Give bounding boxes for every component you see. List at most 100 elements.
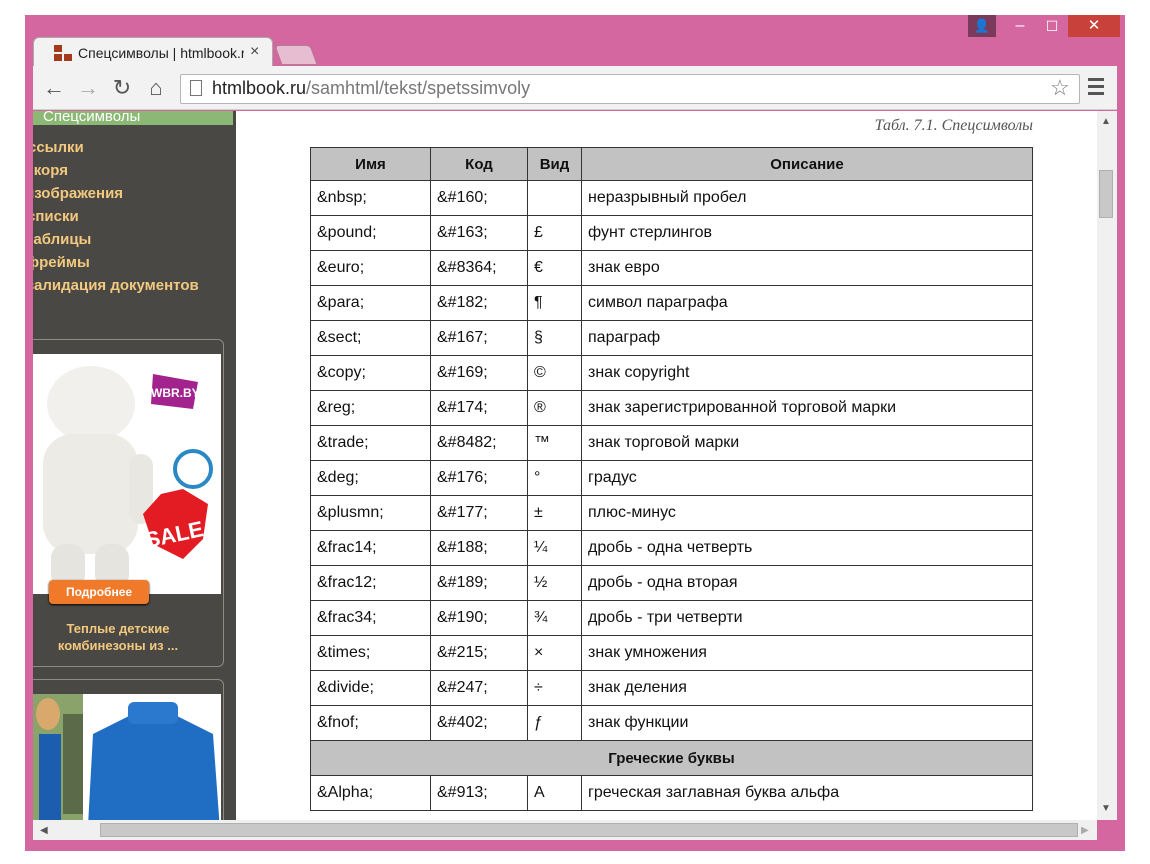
scroll-left-arrow-icon[interactable]: ◀ — [40, 825, 48, 836]
table-row: &frac12; &#189; ½ дробь - одна вторая — [310, 565, 1033, 601]
cell-view: ® — [527, 390, 582, 426]
cell-code: &#215; — [430, 635, 528, 671]
home-button[interactable]: ⌂ — [144, 76, 168, 100]
forward-button[interactable]: → — [76, 76, 100, 100]
cell-code: &#189; — [430, 565, 528, 601]
new-tab-button[interactable] — [274, 45, 318, 65]
cell-code: &#174; — [430, 390, 528, 426]
table-row: &sect; &#167; § параграф — [310, 320, 1033, 356]
cell-view: § — [527, 320, 582, 356]
cell-name: &euro; — [310, 250, 431, 286]
cell-description: дробь - одна четверть — [581, 530, 1033, 566]
table-header-row: Имя Код Вид Описание — [310, 147, 1033, 181]
cell-code: &#182; — [430, 285, 528, 321]
table-row: &trade; &#8482; ™ знак торговой марки — [310, 425, 1033, 461]
cell-view: ¶ — [527, 285, 582, 321]
minimize-button[interactable]: – — [1006, 15, 1034, 37]
cell-view: ¼ — [527, 530, 582, 566]
cell-description: дробь - одна вторая — [581, 565, 1033, 601]
bookmark-star-icon[interactable]: ☆ — [1050, 76, 1070, 100]
tab-close-icon[interactable]: × — [250, 43, 259, 61]
sidebar: Спецсимволы ссылки якоря изображения спи… — [33, 111, 236, 820]
sidebar-link-images[interactable]: изображения — [33, 185, 123, 202]
group-heading-greek: Греческие буквы — [310, 740, 1033, 776]
table-row: &frac14; &#188; ¼ дробь - одна четверть — [310, 530, 1033, 566]
cell-name: &para; — [310, 285, 431, 321]
scroll-up-arrow-icon[interactable]: ▲ — [1101, 116, 1111, 127]
cell-name: &plusmn; — [310, 495, 431, 531]
table-row: &plusmn; &#177; ± плюс-минус — [310, 495, 1033, 531]
cell-code: &#188; — [430, 530, 528, 566]
sidebar-link-links[interactable]: ссылки — [33, 139, 84, 156]
cell-view: ¾ — [527, 600, 582, 636]
cell-view: ° — [527, 460, 582, 496]
ad-caption[interactable]: Теплые детские комбинезоны из ... — [33, 620, 213, 654]
cell-description: фунт стерлингов — [581, 215, 1033, 251]
cell-name: &Alpha; — [310, 775, 431, 811]
table-row: &pound; &#163; £ фунт стерлингов — [310, 215, 1033, 251]
cell-view: ƒ — [527, 705, 582, 741]
user-profile-icon[interactable]: 👤 — [968, 15, 996, 37]
special-characters-table: Имя Код Вид Описание &nbsp; &#160; неразр… — [310, 147, 1033, 811]
cell-name: &nbsp; — [310, 180, 431, 216]
cell-view — [527, 180, 582, 216]
maximize-button[interactable]: ☐ — [1038, 15, 1066, 37]
page-viewport: Спецсимволы ссылки якоря изображения спи… — [33, 111, 1097, 820]
cell-name: &sect; — [310, 320, 431, 356]
table-row: &copy; &#169; © знак copyright — [310, 355, 1033, 391]
cell-view: © — [527, 355, 582, 391]
sidebar-link-validation[interactable]: валидация документов — [33, 277, 199, 294]
table-row: &fnof; &#402; ƒ знак функции — [310, 705, 1033, 741]
cell-name: &frac34; — [310, 600, 431, 636]
cell-code: &#8482; — [430, 425, 528, 461]
sidebar-link-frames[interactable]: фреймы — [33, 254, 90, 271]
ad-more-button[interactable]: Подробнее — [49, 580, 149, 604]
cell-description: знак торговой марки — [581, 425, 1033, 461]
ad-block-kids-overalls[interactable]: WBR.BY SALE Подробнее Теплые детские ком… — [33, 339, 224, 667]
url-text[interactable]: htmlbook.ru/samhtml/tekst/spetssimvoly — [212, 78, 530, 99]
cell-description: знак умножения — [581, 635, 1033, 671]
cell-code: &#247; — [430, 670, 528, 706]
back-button[interactable]: ← — [42, 76, 66, 100]
scroll-right-arrow-icon[interactable]: ▶ — [1081, 825, 1089, 836]
sidebar-link-lists[interactable]: списки — [33, 208, 79, 225]
cell-description: плюс-минус — [581, 495, 1033, 531]
cell-code: &#163; — [430, 215, 528, 251]
cell-description: знак деления — [581, 670, 1033, 706]
cell-code: &#402; — [430, 705, 528, 741]
cell-view: £ — [527, 215, 582, 251]
cell-code: &#913; — [430, 775, 528, 811]
cell-name: &fnof; — [310, 705, 431, 741]
scroll-down-arrow-icon[interactable]: ▼ — [1101, 803, 1111, 814]
ad-block-sweater[interactable] — [33, 679, 224, 820]
vertical-scrollbar-thumb[interactable] — [1099, 170, 1113, 218]
tab-title[interactable]: Спецсимволы | htmlbook.ru — [78, 45, 244, 63]
table-row: &reg; &#174; ® знак зарегистрированной торг… — [310, 390, 1033, 426]
table-row: &nbsp; &#160; неразрывный пробел — [310, 180, 1033, 216]
sidebar-link-tables[interactable]: таблицы — [33, 231, 91, 248]
table-row: &euro; &#8364; € знак евро — [310, 250, 1033, 286]
horizontal-scrollbar-thumb[interactable] — [100, 823, 1078, 837]
table-row: &times; &#215; × знак умножения — [310, 635, 1033, 671]
ad-image-kids-overalls[interactable]: WBR.BY SALE — [33, 354, 221, 594]
close-window-button[interactable]: ✕ — [1068, 15, 1120, 37]
htmlbook-favicon-icon — [54, 45, 72, 61]
cell-view: Α — [527, 775, 582, 811]
reload-button[interactable]: ↻ — [110, 76, 134, 100]
cell-code: &#8364; — [430, 250, 528, 286]
column-header-name: Имя — [310, 147, 431, 181]
ad-image-sweater[interactable] — [33, 694, 221, 820]
sidebar-link-anchors[interactable]: якоря — [33, 162, 68, 179]
cell-description: градус — [581, 460, 1033, 496]
cell-description: греческая заглавная буква альфа — [581, 775, 1033, 811]
cell-code: &#190; — [430, 600, 528, 636]
table-row: &frac34; &#190; ¾ дробь - три четверти — [310, 600, 1033, 636]
sweater-illustration — [33, 694, 220, 820]
cell-description: символ параграфа — [581, 285, 1033, 321]
cell-code: &#160; — [430, 180, 528, 216]
cell-name: &pound; — [310, 215, 431, 251]
ad-brand-label: WBR.BY — [151, 386, 200, 400]
hamburger-menu-icon[interactable] — [1088, 78, 1104, 96]
cell-view: ½ — [527, 565, 582, 601]
cell-code: &#167; — [430, 320, 528, 356]
